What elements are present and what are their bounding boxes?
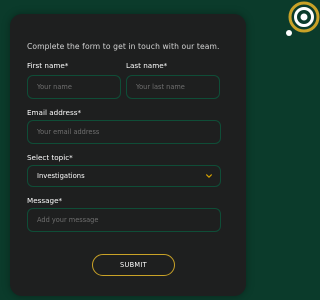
contact-form-card: Complete the form to get in touch with o… bbox=[10, 14, 246, 296]
first-name-label: First name* bbox=[27, 61, 69, 70]
form-intro-text: Complete the form to get in touch with o… bbox=[27, 42, 220, 51]
topic-select[interactable]: Investigations bbox=[27, 165, 221, 187]
email-label: Email address* bbox=[27, 108, 82, 117]
first-name-input[interactable] bbox=[27, 75, 121, 99]
brand-logo-icon bbox=[286, 1, 320, 36]
submit-button[interactable]: SUBMIT bbox=[92, 254, 175, 276]
topic-selected-value: Investigations bbox=[37, 172, 85, 180]
topic-label: Select topic* bbox=[27, 153, 73, 162]
email-input[interactable] bbox=[27, 120, 221, 144]
chevron-down-icon bbox=[206, 174, 212, 178]
message-input[interactable] bbox=[27, 208, 221, 232]
message-label: Message* bbox=[27, 196, 63, 205]
last-name-label: Last name* bbox=[126, 61, 168, 70]
last-name-input[interactable] bbox=[126, 75, 220, 99]
